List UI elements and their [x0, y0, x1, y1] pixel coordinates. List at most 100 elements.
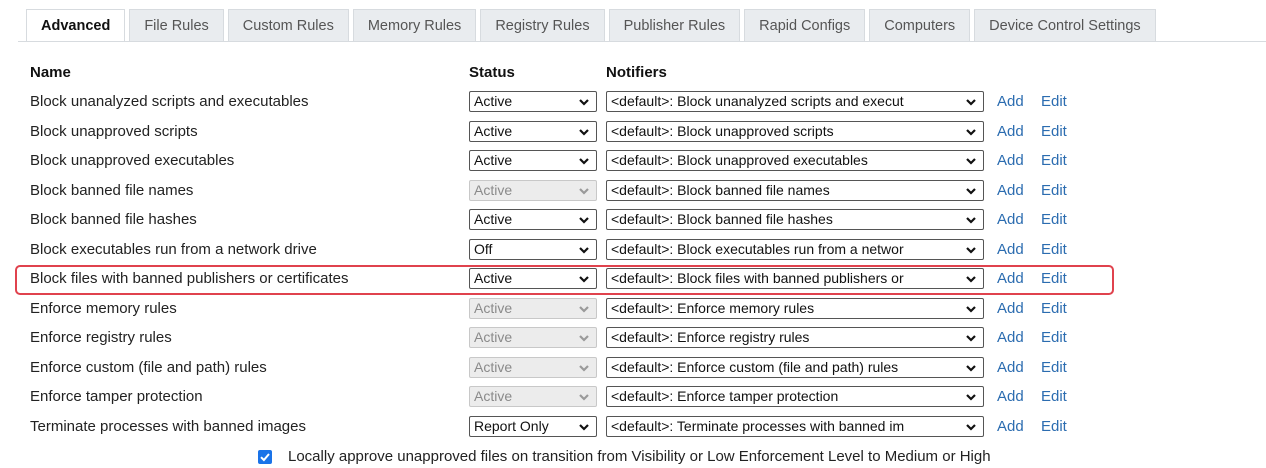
status-select[interactable]: Active: [469, 150, 597, 171]
chevron-down-icon: [579, 305, 589, 313]
table-row: Enforce registry rules Active <default>: E…: [0, 323, 1266, 352]
rule-name: Block banned file names: [30, 181, 194, 199]
tab-registry-rules[interactable]: Registry Rules: [480, 9, 605, 41]
add-notifier-link[interactable]: Add: [997, 146, 1024, 175]
local-approve-checkbox[interactable]: [258, 450, 272, 464]
tab-computers[interactable]: Computers: [869, 9, 971, 41]
add-notifier-link[interactable]: Add: [997, 235, 1024, 264]
status-select[interactable]: Report Only: [469, 415, 597, 437]
notifier-value: <default>: Block unapproved executables: [611, 152, 868, 168]
status-select[interactable]: Active: [469, 91, 597, 112]
status-value: Active: [474, 93, 513, 109]
rule-name: Block unapproved executables: [30, 152, 235, 169]
chevron-down-icon: [579, 394, 589, 401]
chevron-down-icon: [966, 99, 976, 106]
tab-device-control-settings[interactable]: Device Control Settings: [974, 9, 1156, 41]
notifier-select[interactable]: <default>: Enforce memory rules: [606, 297, 984, 319]
rule-name: Terminate processes with banned images: [30, 417, 306, 435]
notifier-select[interactable]: <default>: Terminate processes with bann…: [606, 415, 984, 437]
notifier-value: <default>: Block banned file names: [611, 181, 830, 198]
tab-file-rules[interactable]: File Rules: [129, 9, 224, 41]
notifier-select[interactable]: <default>: Block unapproved scripts: [606, 120, 984, 142]
edit-notifier-link[interactable]: Edit: [1041, 117, 1067, 146]
edit-notifier-link[interactable]: Edit: [1041, 87, 1067, 116]
add-notifier-link[interactable]: Add: [997, 412, 1024, 441]
status-value: Active: [474, 211, 513, 227]
edit-notifier-link[interactable]: Edit: [1041, 323, 1067, 352]
status-value: Off: [474, 240, 493, 257]
status-select[interactable]: Off: [469, 238, 597, 260]
add-notifier-link[interactable]: Add: [997, 353, 1024, 382]
rule-name: Enforce registry rules: [30, 329, 172, 346]
edit-notifier-link[interactable]: Edit: [1041, 235, 1067, 264]
notifier-select[interactable]: <default>: Block unanalyzed scripts and …: [606, 91, 984, 112]
add-notifier-link[interactable]: Add: [997, 205, 1024, 234]
tab-divider: [18, 41, 1266, 42]
add-notifier-link[interactable]: Add: [997, 294, 1024, 323]
edit-notifier-link[interactable]: Edit: [1041, 146, 1067, 175]
tab-memory-rules[interactable]: Memory Rules: [352, 9, 477, 41]
edit-notifier-link[interactable]: Edit: [1041, 382, 1067, 411]
rule-name: Enforce tamper protection: [30, 388, 203, 405]
chevron-down-icon: [966, 305, 976, 313]
add-notifier-link[interactable]: Add: [997, 382, 1024, 411]
add-notifier-link[interactable]: Add: [997, 323, 1024, 352]
status-select[interactable]: Active: [469, 209, 597, 230]
status-value: Active: [474, 299, 513, 316]
notifier-select[interactable]: <default>: Block unapproved executables: [606, 150, 984, 171]
column-header-name: Name: [30, 64, 71, 81]
notifier-value: <default>: Block unanalyzed scripts and …: [611, 93, 904, 109]
edit-notifier-link[interactable]: Edit: [1041, 264, 1067, 293]
notifier-select[interactable]: <default>: Enforce tamper protection: [606, 386, 984, 407]
chevron-down-icon: [966, 335, 976, 342]
status-select[interactable]: Active: [469, 120, 597, 142]
table-row: Enforce custom (file and path) rules Acti…: [0, 353, 1266, 382]
tab-publisher-rules[interactable]: Publisher Rules: [608, 9, 741, 41]
notifier-select[interactable]: <default>: Block banned file names: [606, 179, 984, 201]
rule-name: Block banned file hashes: [30, 211, 197, 228]
notifier-value: <default>: Enforce memory rules: [611, 299, 815, 316]
status-select[interactable]: Active: [469, 268, 597, 289]
edit-notifier-link[interactable]: Edit: [1041, 176, 1067, 205]
status-select: Active: [469, 327, 597, 348]
chevron-down-icon: [579, 423, 589, 431]
notifier-value: <default>: Block banned file hashes: [611, 211, 833, 227]
rule-name: Block executables run from a network dri…: [30, 240, 317, 258]
chevron-down-icon: [966, 246, 976, 254]
status-value: Active: [474, 152, 513, 168]
chevron-down-icon: [966, 394, 976, 401]
chevron-down-icon: [966, 217, 976, 224]
notifier-select[interactable]: <default>: Block executables run from a …: [606, 238, 984, 260]
status-select: Active: [469, 386, 597, 407]
tab-custom-rules[interactable]: Custom Rules: [227, 9, 349, 41]
chevron-down-icon: [579, 246, 589, 254]
notifier-value: <default>: Block unapproved scripts: [611, 122, 834, 139]
add-notifier-link[interactable]: Add: [997, 117, 1024, 146]
column-header-notifiers: Notifiers: [606, 64, 667, 81]
status-select: Active: [469, 179, 597, 201]
table-row: Block banned file hashes Active <default>:…: [0, 205, 1266, 234]
notifier-value: <default>: Enforce tamper protection: [611, 388, 839, 404]
add-notifier-link[interactable]: Add: [997, 87, 1024, 116]
checkmark-icon: [260, 453, 270, 462]
chevron-down-icon: [579, 364, 589, 372]
notifier-select[interactable]: <default>: Enforce registry rules: [606, 327, 984, 348]
table-row: Block unapproved scripts Active <default>:…: [0, 117, 1266, 146]
chevron-down-icon: [579, 187, 589, 195]
tab-rapid-configs[interactable]: Rapid Configs: [744, 9, 866, 41]
status-value: Report Only: [474, 417, 549, 434]
notifier-select[interactable]: <default>: Enforce custom (file and path…: [606, 356, 984, 378]
edit-notifier-link[interactable]: Edit: [1041, 412, 1067, 441]
notifier-select[interactable]: <default>: Block files with banned publi…: [606, 268, 984, 289]
edit-notifier-link[interactable]: Edit: [1041, 353, 1067, 382]
chevron-down-icon: [966, 423, 976, 431]
table-row: Block files with banned publishers or ce…: [0, 264, 1266, 293]
status-value: Active: [474, 122, 513, 139]
notifier-select[interactable]: <default>: Block banned file hashes: [606, 209, 984, 230]
add-notifier-link[interactable]: Add: [997, 176, 1024, 205]
edit-notifier-link[interactable]: Edit: [1041, 205, 1067, 234]
edit-notifier-link[interactable]: Edit: [1041, 294, 1067, 323]
chevron-down-icon: [579, 158, 589, 165]
tab-advanced[interactable]: Advanced: [26, 9, 126, 41]
add-notifier-link[interactable]: Add: [997, 264, 1024, 293]
